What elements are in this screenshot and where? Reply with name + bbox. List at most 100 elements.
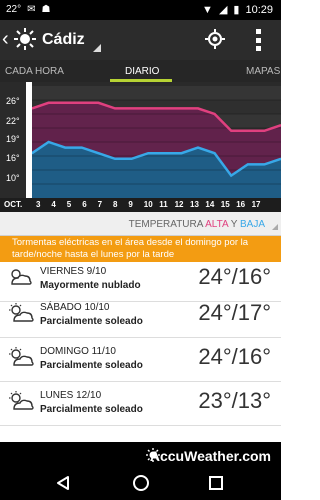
x-tick-label: 13	[190, 200, 199, 209]
day-temperature: 23°/13°	[198, 388, 271, 413]
x-tick-label: 3	[36, 200, 41, 209]
signal-icon: ◢	[218, 4, 228, 16]
y-tick-label: 26°	[6, 96, 20, 106]
data-point-baja	[64, 146, 66, 149]
data-point-alta	[164, 107, 166, 110]
data-point-baja	[164, 152, 166, 154]
data-point-baja	[213, 152, 216, 154]
data-point-alta	[97, 102, 100, 104]
list-item[interactable]: SÁBADO 10/10 Parcialmente soleado 24°/17…	[0, 294, 281, 338]
partly-sunny-icon	[9, 303, 34, 322]
dropdown-caret-icon[interactable]	[93, 44, 101, 52]
tab-hourly[interactable]: CADA HORA	[5, 66, 64, 77]
x-tick-label: 5	[66, 200, 72, 209]
y-tick-label: 16°	[6, 153, 20, 163]
x-tick-label: 17	[251, 200, 261, 209]
x-tick-label: 12	[174, 200, 184, 209]
day-name: LUNES 12/10	[40, 390, 102, 401]
data-point-baja	[47, 141, 50, 143]
data-point-baja	[180, 152, 183, 154]
status-temp: 22°	[6, 4, 22, 15]
tab-daily[interactable]: DIARIO	[125, 66, 159, 77]
day-description: Parcialmente soleado	[40, 404, 143, 415]
data-point-baja	[247, 163, 249, 166]
legend-caret-icon	[272, 224, 278, 230]
y-tick-label: 19°	[6, 134, 20, 144]
legend-y: Y	[230, 219, 238, 230]
data-point-alta	[130, 107, 133, 110]
menu-icon[interactable]	[256, 29, 262, 51]
data-point-alta	[247, 130, 249, 132]
brand-footer: AccuWeather.com	[0, 442, 281, 468]
data-point-baja	[263, 163, 266, 166]
data-point-alta	[263, 130, 266, 132]
partly-sunny-icon	[9, 391, 34, 410]
data-point-alta	[230, 130, 232, 132]
locate-icon[interactable]	[205, 29, 225, 49]
sun-icon	[14, 28, 36, 50]
chart-band	[32, 86, 281, 100]
brand-name[interactable]: AccuWeather.com	[150, 448, 271, 464]
day-name: SÁBADO 10/10	[40, 302, 110, 313]
status-time: 10:29	[245, 3, 273, 16]
status-bar: 22° ✉ ☗ ▼ ◢ ▮ 10:29	[0, 0, 281, 20]
list-item[interactable]: LUNES 12/10 Parcialmente soleado 23°/13°	[0, 382, 281, 426]
day-name: VIERNES 9/10	[40, 266, 107, 277]
legend-prefix: TEMPERATURA	[128, 219, 203, 230]
city-selector[interactable]: Cádiz	[42, 31, 85, 49]
x-tick-label: 11	[159, 200, 168, 209]
x-tick-label: 6	[82, 200, 87, 209]
mail-icon: ✉	[27, 4, 36, 15]
data-point-alta	[47, 102, 50, 104]
list-item[interactable]: DOMINGO 11/10 Parcialmente soleado 24°/1…	[0, 338, 281, 382]
x-tick-label: 10	[143, 200, 153, 209]
wifi-icon: ▼	[202, 3, 213, 16]
back-icon[interactable]: ‹	[2, 29, 9, 49]
chart-svg	[31, 86, 282, 198]
nav-recents-icon[interactable]	[209, 476, 223, 490]
chart-legend: TEMPERATURA ALTA Y BAJA	[0, 212, 281, 236]
data-point-alta	[64, 102, 66, 104]
data-point-alta	[81, 102, 83, 104]
tab-maps[interactable]: MAPAS	[246, 66, 280, 77]
data-point-baja	[130, 158, 133, 160]
x-tick-label: 8	[113, 200, 118, 209]
day-name: DOMINGO 11/10	[40, 346, 116, 357]
daily-forecast-list: VIERNES 9/10 Mayormente nublado 24°/16° …	[0, 262, 281, 440]
y-tick-label: 10°	[6, 173, 20, 183]
x-tick-label: 16	[236, 200, 246, 209]
legend-alta: ALTA	[205, 219, 229, 230]
data-point-alta	[180, 107, 183, 110]
day-temperature: 24°/17°	[198, 300, 271, 325]
data-point-alta	[114, 107, 116, 110]
partly-sunny-icon	[9, 347, 34, 366]
x-tick-label: 7	[97, 200, 103, 209]
nav-home-icon[interactable]	[133, 475, 149, 491]
accuweather-sun-icon	[146, 448, 160, 462]
app-bar: ‹ Cádiz	[0, 20, 281, 60]
x-tick-label: 4	[51, 200, 56, 209]
weather-alert-banner[interactable]: Tormentas eléctricas en el área desde el…	[0, 236, 281, 262]
cloudy-sun-icon	[11, 269, 32, 285]
temperature-chart	[0, 82, 282, 212]
day-description: Parcialmente soleado	[40, 360, 143, 371]
data-point-baja	[114, 158, 116, 160]
data-point-baja	[147, 152, 149, 154]
data-point-alta	[147, 107, 149, 110]
data-point-alta	[197, 107, 199, 110]
day-description: Parcialmente soleado	[40, 316, 143, 327]
data-point-baja	[97, 152, 100, 154]
chart-y-axis-bar	[26, 82, 32, 198]
data-point-alta	[213, 113, 216, 115]
android-icon: ☗	[41, 4, 51, 15]
battery-icon: ▮	[233, 4, 240, 16]
x-tick-label: 14	[205, 200, 215, 209]
day-temperature: 24°/16°	[198, 264, 271, 289]
data-point-baja	[81, 146, 83, 149]
data-point-baja	[230, 174, 232, 177]
day-temperature: 24°/16°	[198, 344, 271, 369]
x-tick-label: 15	[220, 200, 230, 209]
nav-back-icon[interactable]	[55, 475, 71, 491]
x-tick-label: OCT.	[4, 200, 23, 209]
x-tick-label: 9	[128, 200, 133, 209]
